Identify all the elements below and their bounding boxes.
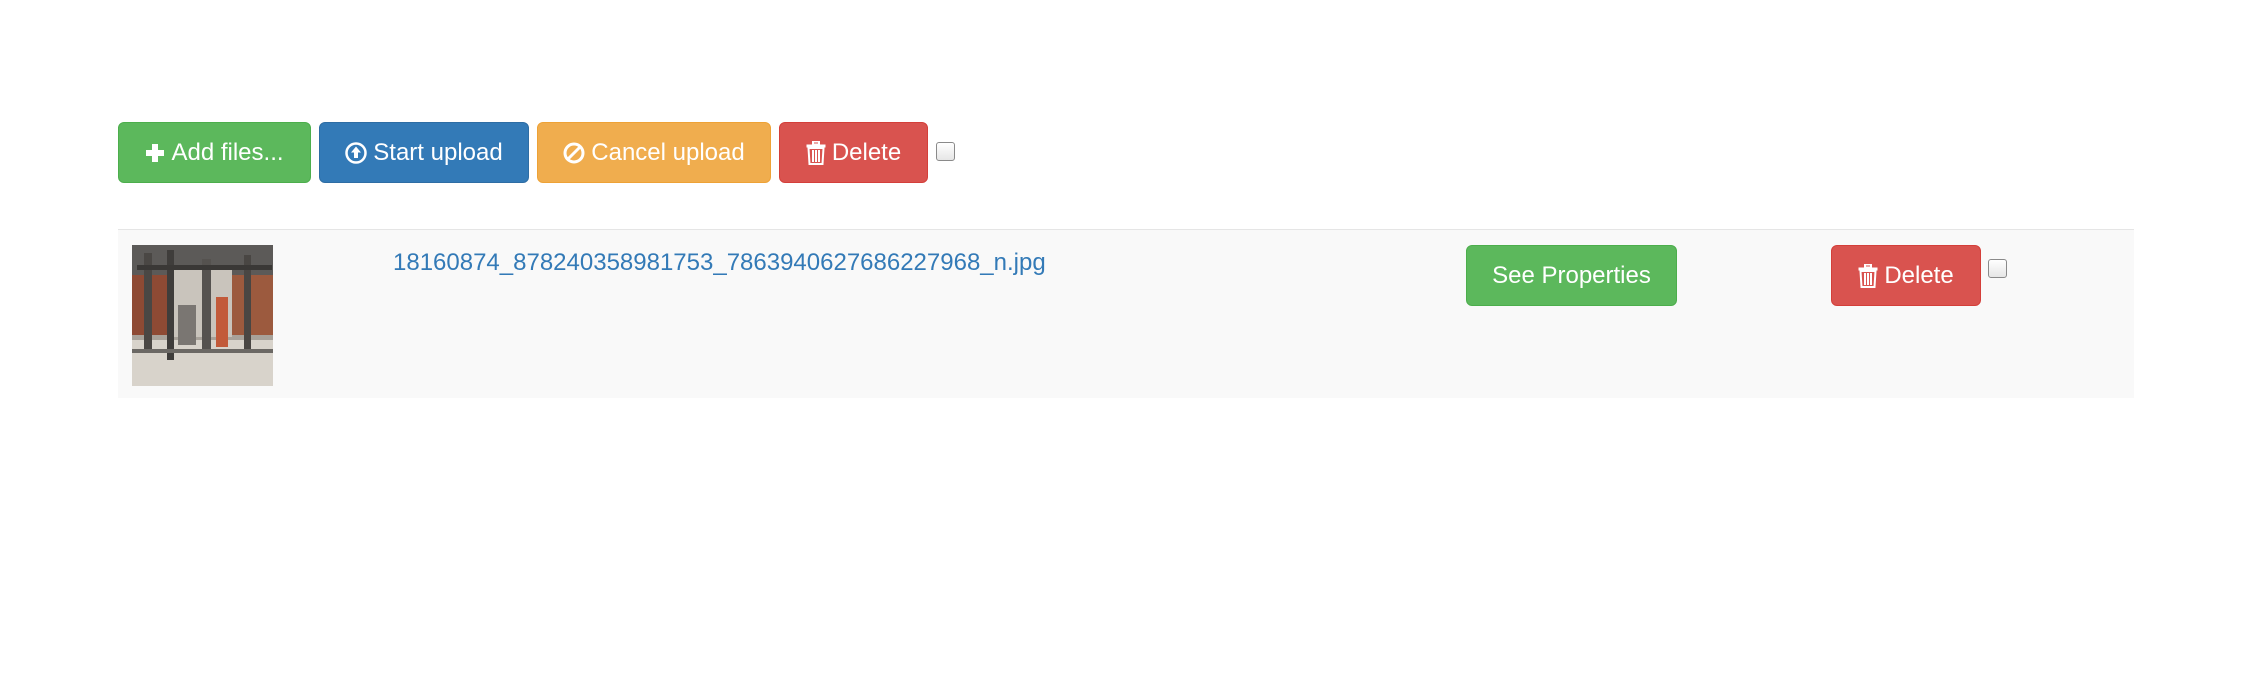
start-upload-button[interactable]: Start upload: [319, 122, 529, 183]
ban-icon: [563, 142, 585, 164]
delete-selected-button[interactable]: Delete: [779, 122, 928, 183]
see-properties-label: See Properties: [1492, 261, 1651, 289]
file-select-checkbox[interactable]: [1988, 259, 2007, 278]
circle-arrow-up-icon: [345, 141, 368, 164]
delete-file-button[interactable]: Delete: [1831, 245, 1981, 306]
delete-file-label: Delete: [1884, 261, 1954, 289]
trash-icon: [806, 140, 826, 165]
add-files-button[interactable]: Add files...: [118, 122, 311, 183]
cancel-upload-label: Cancel upload: [591, 138, 745, 166]
select-all-checkbox[interactable]: [936, 142, 955, 161]
file-thumbnail[interactable]: [132, 245, 273, 386]
trash-icon: [1858, 263, 1878, 288]
plus-icon: [145, 143, 165, 163]
delete-selected-label: Delete: [831, 138, 902, 166]
file-row: 18160874_878240358981753_786394062768622…: [118, 229, 2134, 398]
start-upload-label: Start upload: [373, 138, 503, 166]
upload-toolbar: Add files... Start upload Cancel upload …: [118, 122, 955, 183]
cancel-upload-button[interactable]: Cancel upload: [537, 122, 771, 183]
add-files-label: Add files...: [171, 138, 284, 166]
file-name-link[interactable]: 18160874_878240358981753_786394062768622…: [393, 249, 1046, 277]
see-properties-button[interactable]: See Properties: [1466, 245, 1677, 306]
